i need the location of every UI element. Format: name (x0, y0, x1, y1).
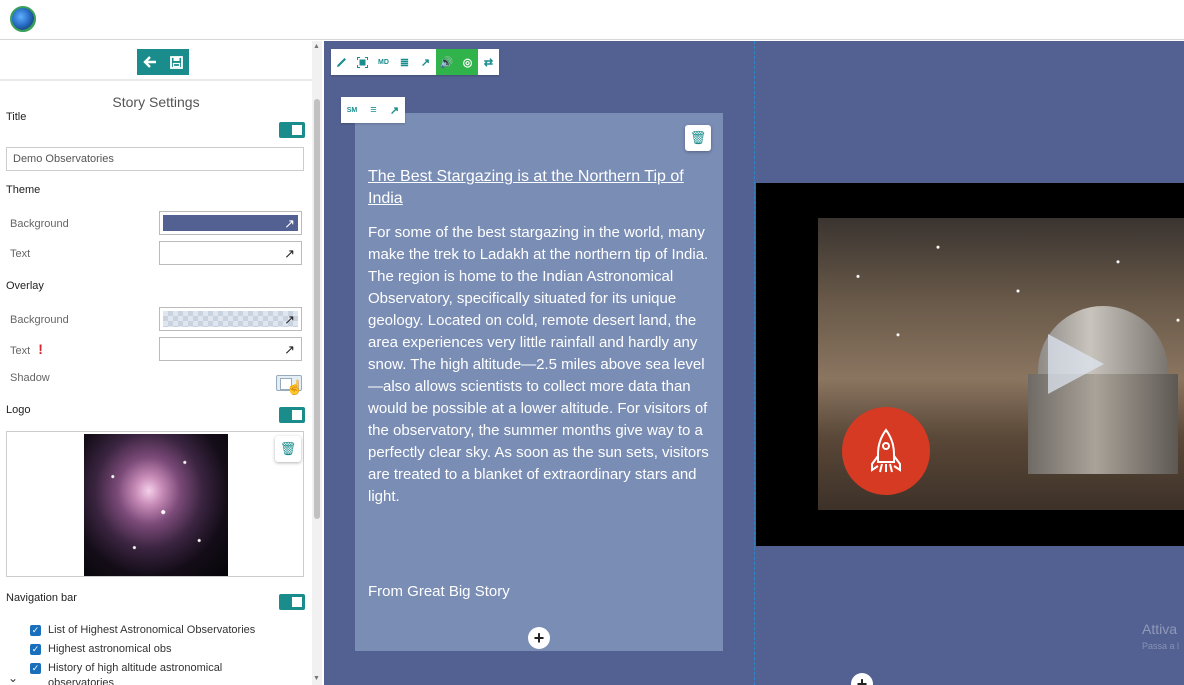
markdown-button[interactable]: MD (373, 49, 394, 75)
nav-item-label: Highest astronomical obs (48, 643, 172, 655)
hand-cursor-icon: ☝ (286, 379, 304, 395)
repeat-icon[interactable]: ⇄ (478, 49, 499, 75)
title-toggle[interactable] (279, 122, 305, 138)
left-panel-toolbar (0, 41, 322, 81)
card-body[interactable]: For some of the best stargazing in the w… (368, 222, 714, 508)
eyedropper-icon[interactable]: ↗ (415, 49, 436, 75)
story-canvas: MD ≣ ↗ 🔊 ◎ ⇄ 🗑 The Best Stargazing is at… (324, 41, 1184, 685)
activation-watermark-line1: Attiva (1142, 621, 1178, 637)
delete-logo-button[interactable]: 🗑 (275, 436, 301, 462)
fit-icon[interactable] (352, 49, 373, 75)
eyedropper-icon: ↗ (284, 312, 295, 327)
size-sm-button[interactable]: SM (341, 97, 363, 123)
trash-icon: 🗑 (689, 130, 707, 145)
rocket-badge-icon (842, 407, 930, 495)
navigation-bar-toggle[interactable] (279, 594, 305, 610)
video-media-block[interactable] (756, 183, 1184, 546)
card-source[interactable]: From Great Big Story (368, 583, 510, 600)
scroll-up-arrow-icon[interactable]: ▲ (313, 43, 320, 50)
eyedropper-icon: ↗ (284, 246, 295, 261)
add-section-button[interactable]: + (851, 673, 873, 685)
section-toolbar: MD ≣ ↗ 🔊 ◎ ⇄ (331, 49, 499, 75)
back-button[interactable] (137, 49, 163, 75)
play-circle-icon[interactable]: ◎ (457, 49, 478, 75)
eyedropper-icon: ↗ (284, 342, 295, 357)
title-label: Title (6, 111, 27, 123)
title-input[interactable]: Demo Observatories (6, 147, 304, 171)
overlay-text-label: Text! (10, 341, 43, 357)
rocket-icon (871, 428, 901, 473)
text-card[interactable]: 🗑 The Best Stargazing is at the Northern… (355, 113, 723, 651)
arrow-left-icon (143, 56, 156, 68)
overlay-text-color-picker[interactable]: ↗ (159, 337, 302, 361)
story-settings-panel: Story Settings Title Demo Observatories … (0, 41, 322, 685)
trash-icon: 🗑 (279, 441, 297, 456)
plus-icon: + (856, 674, 868, 685)
nav-item-checkbox-3[interactable]: ✓ History of high altitude astronomical (30, 662, 222, 674)
theme-text-color-picker[interactable]: ↗ (159, 241, 302, 265)
save-button[interactable] (163, 49, 189, 75)
save-icon (169, 55, 183, 69)
pencil-icon[interactable] (331, 49, 352, 75)
eyedropper-icon[interactable]: ↗ (384, 97, 405, 123)
checkbox-checked-icon: ✓ (30, 662, 41, 674)
chevron-down-icon[interactable]: ⌄ (8, 671, 18, 685)
nav-item-label: List of Highest Astronomical Observatori… (48, 624, 256, 636)
shadow-label: Shadow (10, 372, 50, 384)
video-play-icon[interactable] (1048, 334, 1104, 394)
delete-card-button[interactable]: 🗑 (685, 125, 711, 151)
logo-label: Logo (6, 404, 31, 416)
nav-item-checkbox-2[interactable]: ✓ Highest astronomical obs (30, 643, 172, 655)
overlay-background-label: Background (10, 314, 69, 326)
nav-item-label: History of high altitude astronomical (48, 662, 223, 674)
activation-watermark-line2: Passa a l (1142, 641, 1180, 651)
settings-scrollbar[interactable]: ▲ ▼ (312, 41, 322, 685)
align-left-icon[interactable]: ≡ (363, 97, 384, 123)
overlay-text-label-text: Text (10, 345, 31, 357)
overlay-background-swatch (163, 311, 298, 327)
theme-background-label: Background (10, 218, 69, 230)
logo-image-container: 🗑 (6, 431, 304, 577)
section-divider (754, 41, 755, 685)
overlay-background-color-picker[interactable]: ↗ (159, 307, 302, 331)
volume-icon[interactable]: 🔊 (436, 49, 457, 75)
scroll-down-arrow-icon[interactable]: ▼ (313, 675, 320, 682)
eyedropper-icon: ↗ (284, 216, 295, 231)
left-toolbar-buttons (137, 49, 189, 75)
plus-icon: + (533, 628, 545, 648)
card-toolbar: SM ≡ ↗ (341, 97, 405, 123)
theme-background-swatch (163, 215, 298, 231)
theme-label: Theme (6, 184, 41, 196)
nav-item-overflow-text: observatories (48, 677, 115, 685)
add-content-button[interactable]: + (528, 627, 550, 649)
navigation-bar-label: Navigation bar (6, 592, 77, 604)
nav-item-checkbox-1[interactable]: ✓ List of Highest Astronomical Observato… (30, 624, 255, 636)
theme-background-color-picker[interactable]: ↗ (159, 211, 302, 235)
story-settings-heading: Story Settings (112, 94, 200, 110)
card-title[interactable]: The Best Stargazing is at the Northern T… (368, 166, 708, 210)
overlay-label: Overlay (6, 280, 44, 292)
align-right-icon[interactable]: ≣ (394, 49, 415, 75)
app-logo-globe-icon[interactable] (10, 6, 36, 32)
warning-icon: ! (38, 341, 43, 357)
logo-nebula-image (84, 434, 228, 576)
checkbox-checked-icon: ✓ (30, 643, 41, 655)
scrollbar-thumb[interactable] (314, 99, 320, 519)
checkbox-checked-icon: ✓ (30, 624, 41, 636)
theme-text-label: Text (10, 248, 31, 260)
top-bar (0, 0, 1184, 40)
logo-toggle[interactable] (279, 407, 305, 423)
